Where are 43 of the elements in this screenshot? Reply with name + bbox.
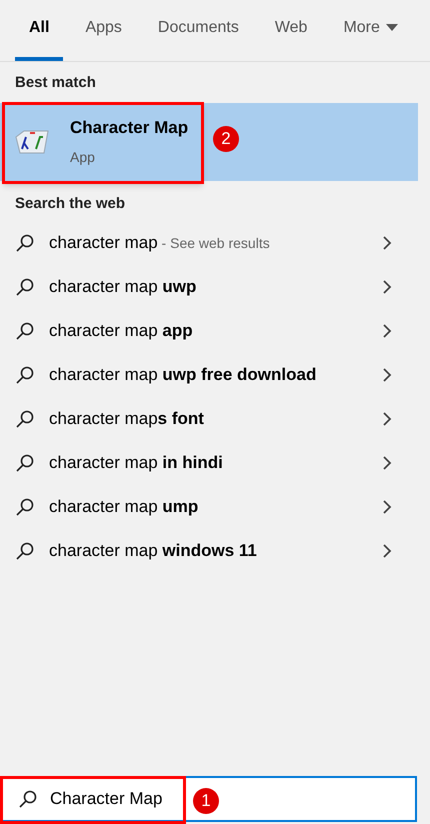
chevron-right-icon <box>382 544 392 558</box>
tab[interactable]: More <box>329 0 412 61</box>
suggestion-text: character map uwp free download <box>49 364 318 386</box>
search-icon <box>15 541 35 561</box>
section-heading: Best match <box>14 73 97 93</box>
search-icon <box>15 409 35 429</box>
tab[interactable]: Web <box>260 0 322 61</box>
web-suggestion[interactable]: character map windows 11 <box>0 529 430 573</box>
web-suggestion[interactable]: character map ump <box>0 485 430 529</box>
tab[interactable]: Apps <box>71 0 136 61</box>
search-icon <box>15 497 35 517</box>
suggestion-text: character map app <box>49 320 194 342</box>
suggestion-text: character map uwp <box>49 276 198 298</box>
web-suggestion[interactable]: character maps font <box>0 397 430 441</box>
tab[interactable]: All <box>15 0 64 61</box>
app-type-label: App <box>70 148 96 167</box>
web-suggestion[interactable]: character map uwp free download <box>0 353 430 397</box>
web-suggestion[interactable]: character map - See web results <box>0 221 430 265</box>
chevron-right-icon <box>382 500 392 514</box>
suggestion-text: character maps font <box>49 408 205 430</box>
suggestion-text: character map in hindi <box>49 452 224 474</box>
suggestion-text: character map ump <box>49 496 200 518</box>
search-icon <box>15 321 35 341</box>
section-heading: Search the web <box>14 194 126 214</box>
suggestion-text: character map - See web results <box>49 232 271 254</box>
search-input[interactable]: Character Map <box>50 786 170 812</box>
web-suggestion[interactable]: character map app <box>0 309 430 353</box>
web-suggestion[interactable]: character map uwp <box>0 265 430 309</box>
suggestion-text: character map windows 11 <box>49 540 258 562</box>
chevron-right-icon <box>382 368 392 382</box>
search-icon <box>15 233 35 253</box>
search-icon <box>15 453 35 473</box>
chevron-right-icon <box>382 280 392 294</box>
chevron-right-icon <box>382 236 392 250</box>
chevron-right-icon <box>382 324 392 338</box>
chevron-right-icon <box>382 412 392 426</box>
search-icon <box>15 277 35 297</box>
tab[interactable]: Documents <box>144 0 253 61</box>
search-icon <box>18 789 38 809</box>
search-icon <box>15 365 35 385</box>
app-title: Character Map <box>70 117 188 140</box>
web-suggestion[interactable]: character map in hindi <box>0 441 430 485</box>
chevron-right-icon <box>382 456 392 470</box>
